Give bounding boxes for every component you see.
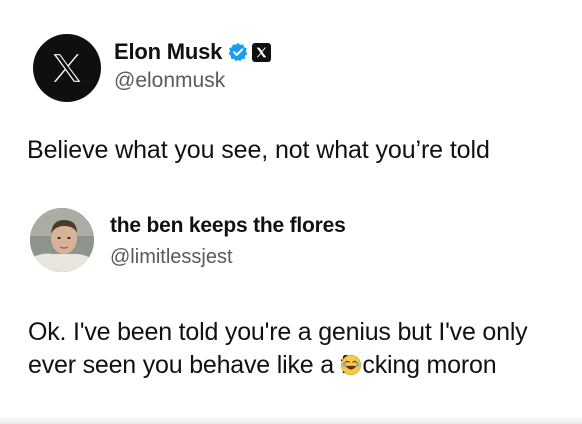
- post2-text-line2: ever seen you behave like a f cking moro…: [28, 349, 568, 382]
- profile-photo-icon: [30, 208, 94, 272]
- card-bottom-edge: [0, 416, 582, 424]
- post1-handle[interactable]: @elonmusk: [114, 69, 225, 93]
- post1-text: Believe what you see, not what you’re to…: [27, 136, 490, 164]
- post2-text-before-emoji: ever seen you behave like a f: [28, 351, 348, 379]
- x-affiliation-badge-icon: [252, 42, 272, 62]
- post1-author-name[interactable]: Elon Musk: [114, 39, 222, 65]
- post1-author-row: Elon Musk: [114, 38, 272, 66]
- laughing-face-emoji-icon: [340, 352, 362, 375]
- post2-text-after-emoji: cking moron: [362, 351, 497, 379]
- post2-handle[interactable]: @limitlessjest: [110, 246, 233, 269]
- avatar-limitlessjest[interactable]: [30, 208, 94, 272]
- post2-text-line1: Ok. I've been told you're a genius but I…: [28, 318, 528, 346]
- verified-badge-icon: [228, 42, 248, 62]
- post-screenshot-card: Elon Musk @elonmusk Believe what you see…: [0, 0, 582, 424]
- post2-author-name[interactable]: the ben keeps the flores: [110, 214, 346, 238]
- x-logo-icon: [51, 53, 83, 83]
- avatar-elonmusk[interactable]: [33, 34, 101, 102]
- post2-text: Ok. I've been told you're a genius but I…: [28, 316, 568, 382]
